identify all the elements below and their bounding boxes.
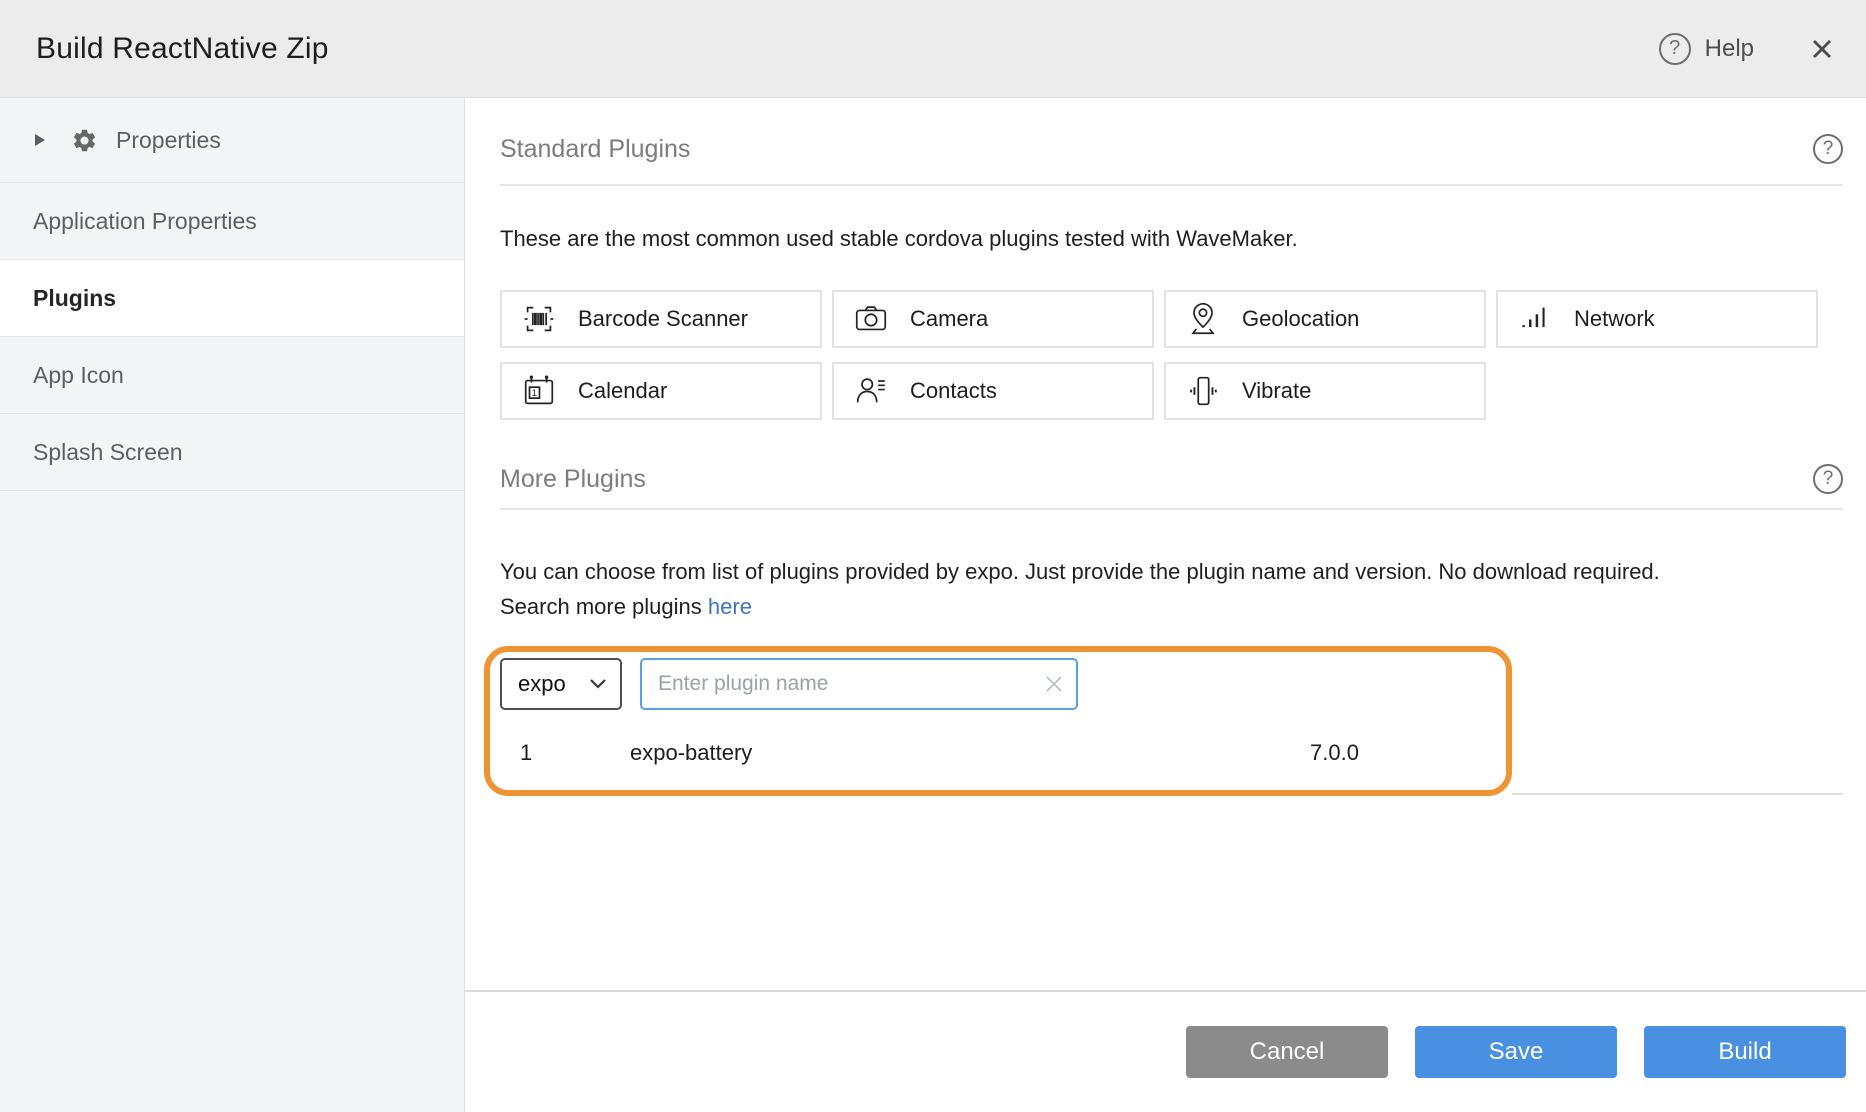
sidebar-item-properties[interactable]: Properties: [0, 98, 464, 183]
barcode-icon: [520, 300, 558, 338]
plugins-panel: Standard Plugins ? These are the most co…: [465, 98, 1866, 1112]
calendar-day-number: 1: [532, 388, 537, 399]
sidebar-item-label: Properties: [116, 127, 221, 154]
plugin-card-label: Calendar: [578, 378, 667, 404]
standard-plugins-title: Standard Plugins: [500, 135, 690, 164]
help-label: Help: [1705, 35, 1754, 63]
plugin-card-vibrate[interactable]: Vibrate: [1164, 362, 1486, 420]
page-title: Build ReactNative Zip: [36, 32, 329, 66]
build-button[interactable]: Build: [1644, 1026, 1846, 1078]
sidebar-item-app-icon[interactable]: App Icon: [0, 337, 464, 414]
caret-right-icon: [33, 132, 47, 148]
contacts-icon: [852, 372, 890, 410]
standard-plugins-help-icon[interactable]: ?: [1813, 134, 1843, 164]
sidebar-item-plugins[interactable]: Plugins: [0, 260, 464, 337]
camera-icon: [852, 300, 890, 338]
sidebar-item-splash-screen[interactable]: Splash Screen: [0, 414, 464, 491]
close-icon: [1807, 34, 1837, 64]
search-more-link[interactable]: here: [708, 594, 752, 619]
plugin-row-version: 7.0.0: [1310, 740, 1359, 766]
help-icon: ?: [1659, 33, 1691, 65]
standard-plugins-description: These are the most common used stable co…: [500, 226, 1843, 252]
sidebar-item-application-properties[interactable]: Application Properties: [0, 183, 464, 260]
plugin-card-label: Geolocation: [1242, 306, 1359, 332]
row-divider: [1512, 793, 1843, 795]
calendar-icon: 1: [520, 372, 558, 410]
plugin-card-label: Camera: [910, 306, 988, 332]
vibrate-icon: [1184, 372, 1222, 410]
titlebar: Build ReactNative Zip ? Help: [0, 0, 1866, 98]
plugin-card-label: Network: [1574, 306, 1655, 332]
plugin-card-geolocation[interactable]: Geolocation: [1164, 290, 1486, 348]
plugin-card-label: Vibrate: [1242, 378, 1311, 404]
plugin-row-index: 1: [520, 740, 630, 766]
highlight-ring: expo: [484, 646, 1512, 796]
build-reactnative-zip-dialog: Build ReactNative Zip ? Help: [0, 0, 1866, 1112]
plugin-source-value: expo: [518, 671, 566, 697]
help-button[interactable]: ? Help: [1659, 33, 1754, 65]
save-button[interactable]: Save: [1415, 1026, 1617, 1078]
plugin-card-contacts[interactable]: Contacts: [832, 362, 1154, 420]
network-icon: [1516, 300, 1554, 338]
sidebar-item-label: App Icon: [33, 362, 124, 389]
sidebar: Properties Application Properties Plugin…: [0, 98, 465, 1112]
plugin-card-barcode-scanner[interactable]: Barcode Scanner: [500, 290, 822, 348]
plugin-card-label: Barcode Scanner: [578, 306, 748, 332]
plugin-card-calendar[interactable]: 1 Calendar: [500, 362, 822, 420]
plugin-source-select[interactable]: expo: [500, 658, 622, 710]
cancel-button[interactable]: Cancel: [1186, 1026, 1388, 1078]
plugin-card-camera[interactable]: Camera: [832, 290, 1154, 348]
sidebar-item-label: Plugins: [33, 285, 116, 312]
plugin-entry-zone: expo: [500, 646, 1843, 818]
plugin-name-input[interactable]: [640, 658, 1078, 710]
chevron-down-icon: [589, 678, 607, 690]
search-more-prefix: Search more plugins: [500, 594, 708, 619]
close-button[interactable]: [1804, 31, 1840, 67]
added-plugin-row: 1 expo-battery 7.0.0: [500, 740, 1506, 766]
clear-input-icon[interactable]: [1042, 672, 1066, 696]
standard-plugins-grid: Barcode Scanner Camera: [500, 290, 1843, 420]
more-plugins-help-icon[interactable]: ?: [1813, 464, 1843, 494]
sidebar-item-label: Application Properties: [33, 208, 257, 235]
more-plugins-description-text: You can choose from list of plugins prov…: [500, 559, 1660, 584]
plugin-card-network[interactable]: Network: [1496, 290, 1818, 348]
section-divider: [500, 508, 1843, 510]
sidebar-item-label: Splash Screen: [33, 439, 183, 466]
more-plugins-title: More Plugins: [500, 465, 646, 494]
geolocation-icon: [1184, 300, 1222, 338]
plugin-card-label: Contacts: [910, 378, 997, 404]
gear-icon: [71, 127, 98, 154]
more-plugins-description: You can choose from list of plugins prov…: [500, 554, 1843, 624]
plugin-row-name: expo-battery: [630, 740, 1310, 766]
dialog-footer: Cancel Save Build: [465, 990, 1866, 1112]
section-divider: [500, 184, 1843, 186]
